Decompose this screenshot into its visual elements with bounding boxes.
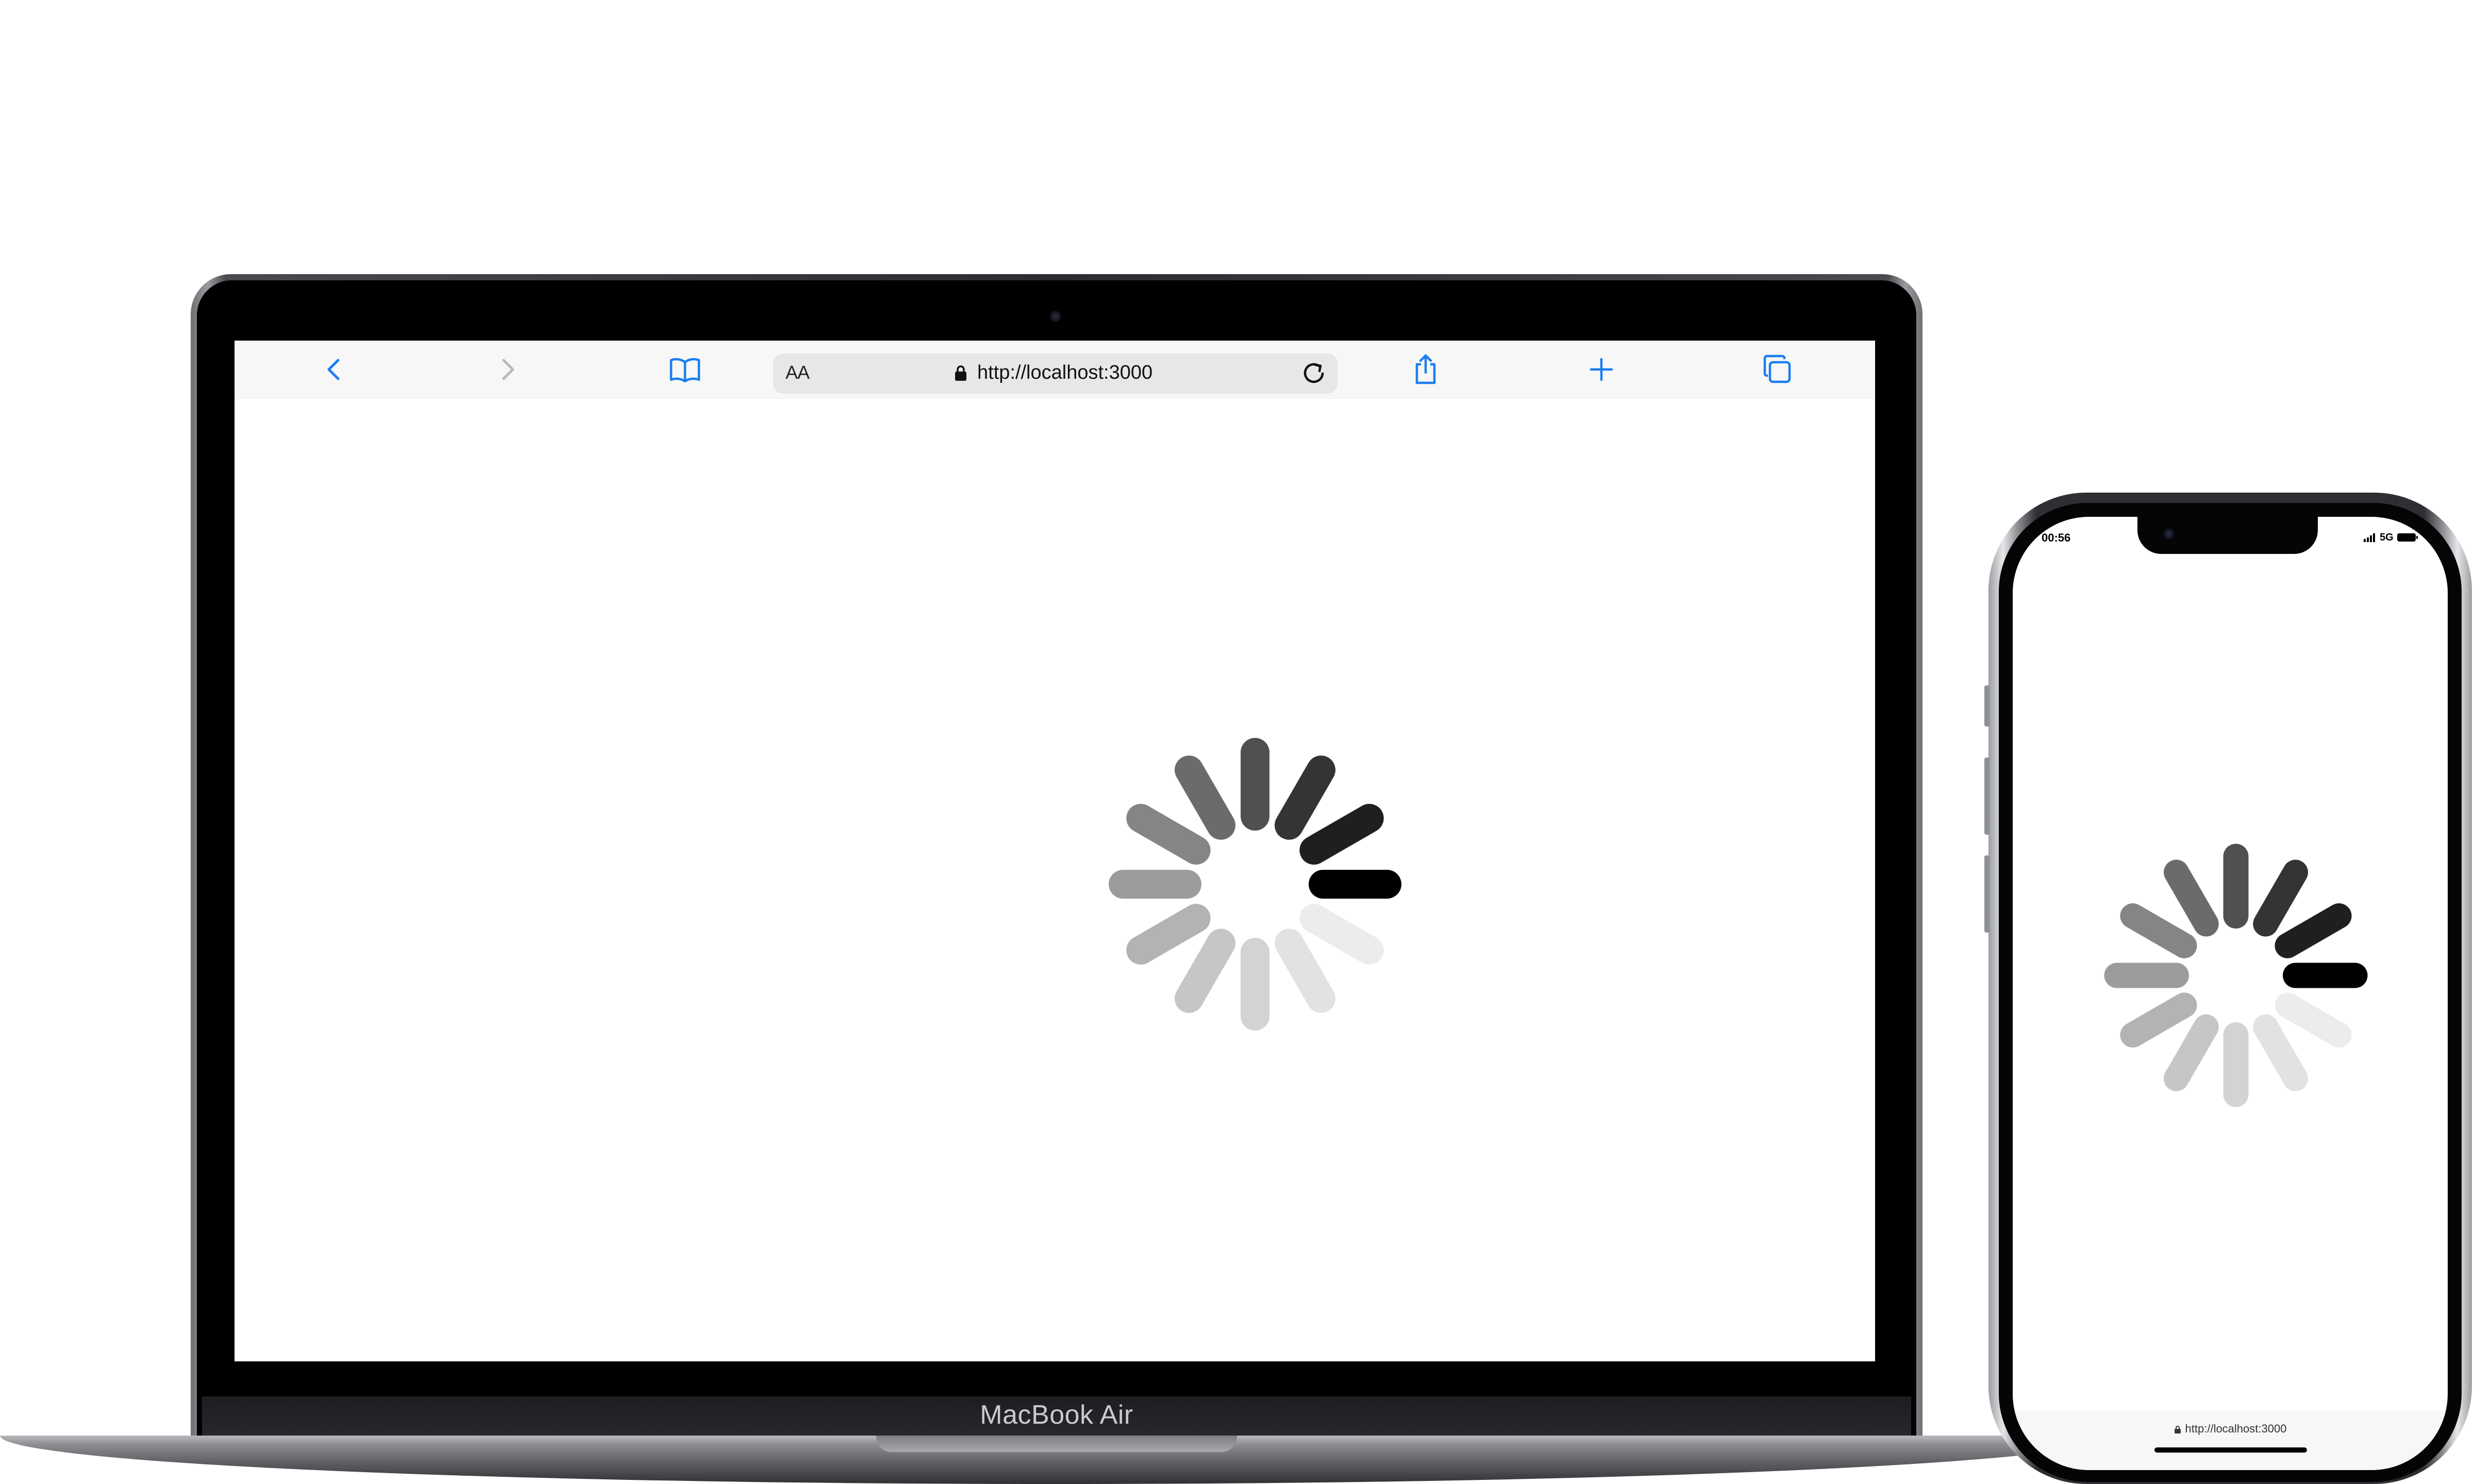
phone-front-camera [2163, 528, 2175, 539]
signal-icon [2364, 533, 2375, 542]
phone-volume-up-button [1984, 757, 1990, 835]
spinner-spoke [1275, 755, 1335, 840]
spinner-spoke [1175, 755, 1235, 840]
spinner-spoke [2253, 859, 2309, 937]
status-indicators: 5G [2363, 531, 2418, 544]
phone-volume-down-button [1984, 855, 1990, 933]
spinner-spoke [2275, 992, 2352, 1048]
phone-notch [2137, 517, 2318, 554]
back-icon [327, 359, 340, 380]
home-indicator[interactable] [2154, 1447, 2307, 1453]
bookmarks-icon [670, 358, 700, 383]
spinner-spoke [2253, 1014, 2309, 1091]
laptop-camera [1050, 311, 1061, 322]
phone-screen: 00:56 5G http://localhost:3000 [2013, 517, 2448, 1470]
spinner-spoke [1275, 929, 1335, 1013]
text-size-button[interactable]: AA [785, 362, 810, 383]
laptop-screen: AA http://localhost:3000 [235, 341, 1875, 1361]
tabs-overview-button[interactable] [1759, 351, 1796, 388]
spinner-spoke [2275, 903, 2352, 958]
spinner-spoke [1175, 929, 1235, 1013]
spinner-spoke [1126, 904, 1211, 965]
spinner-spoke [1299, 904, 1384, 965]
reload-icon[interactable] [1300, 360, 1328, 387]
spinner-spoke [1126, 804, 1211, 865]
back-button[interactable] [315, 351, 353, 388]
tabs-icon [1763, 355, 1791, 383]
forward-button[interactable] [489, 351, 526, 388]
bookmarks-button[interactable] [666, 351, 704, 388]
lock-icon [955, 365, 966, 381]
laptop-opening-notch [876, 1436, 1237, 1452]
address-url[interactable]: http://localhost:3000 [977, 362, 1152, 384]
spinner-spoke [2163, 1014, 2219, 1091]
phone-mute-switch [1984, 685, 1990, 727]
laptop-model-label: MacBook Air [980, 1400, 1133, 1430]
lock-icon [2174, 1426, 2181, 1434]
network-type: 5G [2380, 531, 2394, 543]
browser-toolbar: AA http://localhost:3000 [235, 341, 1875, 399]
spinner-spoke [2120, 992, 2197, 1048]
loading-spinner-icon [2104, 844, 2368, 1107]
new-tab-button[interactable] [1583, 351, 1620, 388]
forward-icon [502, 359, 514, 380]
battery-icon [2397, 533, 2418, 542]
spinner-spoke [1299, 804, 1384, 865]
share-icon [1415, 354, 1436, 384]
text-size-label: AA [785, 362, 810, 383]
status-time: 00:56 [2042, 531, 2071, 544]
loading-spinner-icon [1109, 738, 1401, 1031]
new-tab-icon [1590, 358, 1613, 381]
phone-url-row: http://localhost:3000 [2013, 1422, 2448, 1436]
device-mockup-stage: AA http://localhost:3000 MacBook Air 00:… [0, 0, 2474, 1484]
phone-address-bar[interactable]: http://localhost:3000 [2013, 1411, 2448, 1470]
share-button[interactable] [1407, 351, 1444, 388]
spinner-spoke [2120, 903, 2197, 958]
address-bar[interactable]: AA http://localhost:3000 [773, 353, 1338, 394]
phone-url-text[interactable]: http://localhost:3000 [2185, 1422, 2287, 1435]
spinner-spoke [2163, 859, 2219, 937]
